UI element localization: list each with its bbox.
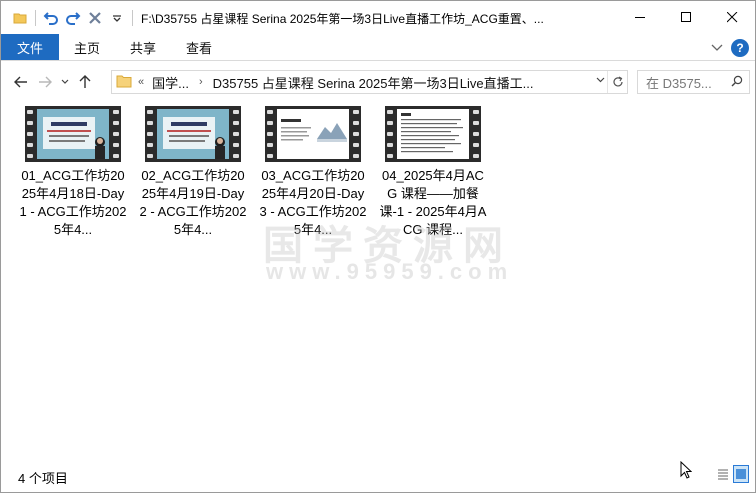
maximize-button[interactable] [663, 1, 709, 33]
status-bar: 4 个项目 [1, 463, 755, 492]
title-bar: F:\D35755 占星课程 Serina 2025年第一场3日Live直播工作… [1, 1, 755, 35]
up-button[interactable] [73, 70, 97, 94]
folder-icon [116, 74, 132, 91]
breadcrumb-current[interactable]: D35755 占星课程 Serina 2025年第一场3日Live直播工... [213, 73, 534, 92]
film-strip-icon [471, 106, 481, 162]
search-box[interactable]: 在 D3575... [637, 70, 750, 94]
tab-home[interactable]: 主页 [59, 34, 115, 60]
delete-icon[interactable] [84, 7, 106, 29]
search-icon[interactable] [731, 75, 743, 90]
breadcrumb-parent[interactable]: 国学... [152, 73, 189, 92]
slide-frame [37, 109, 109, 159]
film-strip-icon [385, 106, 395, 162]
film-strip-icon [25, 106, 35, 162]
watermark-url: www.95959.com [266, 259, 514, 284]
redo-icon[interactable] [62, 7, 84, 29]
film-strip-icon [351, 106, 361, 162]
toolbar-separator [35, 10, 36, 26]
view-switcher [715, 465, 749, 483]
overflow-chevron-icon[interactable]: « [138, 76, 144, 88]
customize-toolbar-icon[interactable] [106, 7, 128, 29]
tab-view[interactable]: 查看 [171, 34, 227, 60]
film-strip-icon [231, 106, 241, 162]
large-icons-view-icon[interactable] [733, 465, 749, 483]
address-dropdown-icon[interactable] [596, 75, 605, 86]
help-icon[interactable]: ? [731, 39, 749, 57]
file-item[interactable]: 02_ACG工作坊2025年4月19日-Day 2 - ACG工作坊2025年4… [139, 106, 247, 239]
tab-file[interactable]: 文件 [1, 34, 59, 60]
ribbon-controls: ? [711, 39, 749, 57]
recent-locations-icon[interactable] [57, 70, 73, 94]
window-title: F:\D35755 占星课程 Serina 2025年第一场3日Live直播工作… [141, 11, 544, 26]
slide-frame [277, 109, 349, 159]
toolbar-separator [132, 10, 133, 26]
file-name: 02_ACG工作坊2025年4月19日-Day 2 - ACG工作坊2025年4… [139, 168, 247, 237]
tab-share[interactable]: 共享 [115, 34, 171, 60]
video-thumbnail [265, 106, 361, 162]
refresh-button[interactable] [607, 71, 627, 93]
video-thumbnail [385, 106, 481, 162]
film-strip-icon [265, 106, 275, 162]
window-controls [617, 1, 755, 33]
address-bar[interactable]: « 国学... › D35755 占星课程 Serina 2025年第一场3日L… [111, 70, 628, 94]
film-strip-icon [111, 106, 121, 162]
quick-access-toolbar [1, 1, 137, 35]
forward-button[interactable] [33, 70, 57, 94]
breadcrumb-separator-icon[interactable]: › [199, 76, 203, 88]
minimize-button[interactable] [617, 1, 663, 33]
navigation-bar: « 国学... › D35755 占星课程 Serina 2025年第一场3日L… [1, 67, 755, 97]
video-thumbnail [25, 106, 121, 162]
undo-icon[interactable] [40, 7, 62, 29]
close-button[interactable] [709, 1, 755, 33]
explorer-window: F:\D35755 占星课程 Serina 2025年第一场3日Live直播工作… [0, 0, 756, 493]
search-placeholder: 在 D3575... [646, 75, 712, 91]
film-strip-icon [145, 106, 155, 162]
file-item[interactable]: 01_ACG工作坊2025年4月18日-Day 1 - ACG工作坊2025年4… [19, 106, 127, 239]
file-name: 01_ACG工作坊2025年4月18日-Day 1 - ACG工作坊2025年4… [19, 168, 127, 237]
folder-icon [9, 7, 31, 29]
mouse-cursor-icon [680, 460, 693, 483]
slide-frame [397, 109, 469, 159]
item-count: 4 个项目 [18, 471, 68, 486]
ribbon-tabs: 文件 主页 共享 查看 ? [1, 34, 755, 61]
back-button[interactable] [9, 70, 33, 94]
video-thumbnail [145, 106, 241, 162]
slide-frame [157, 109, 229, 159]
expand-ribbon-icon[interactable] [711, 41, 723, 55]
details-view-icon[interactable] [715, 465, 731, 483]
